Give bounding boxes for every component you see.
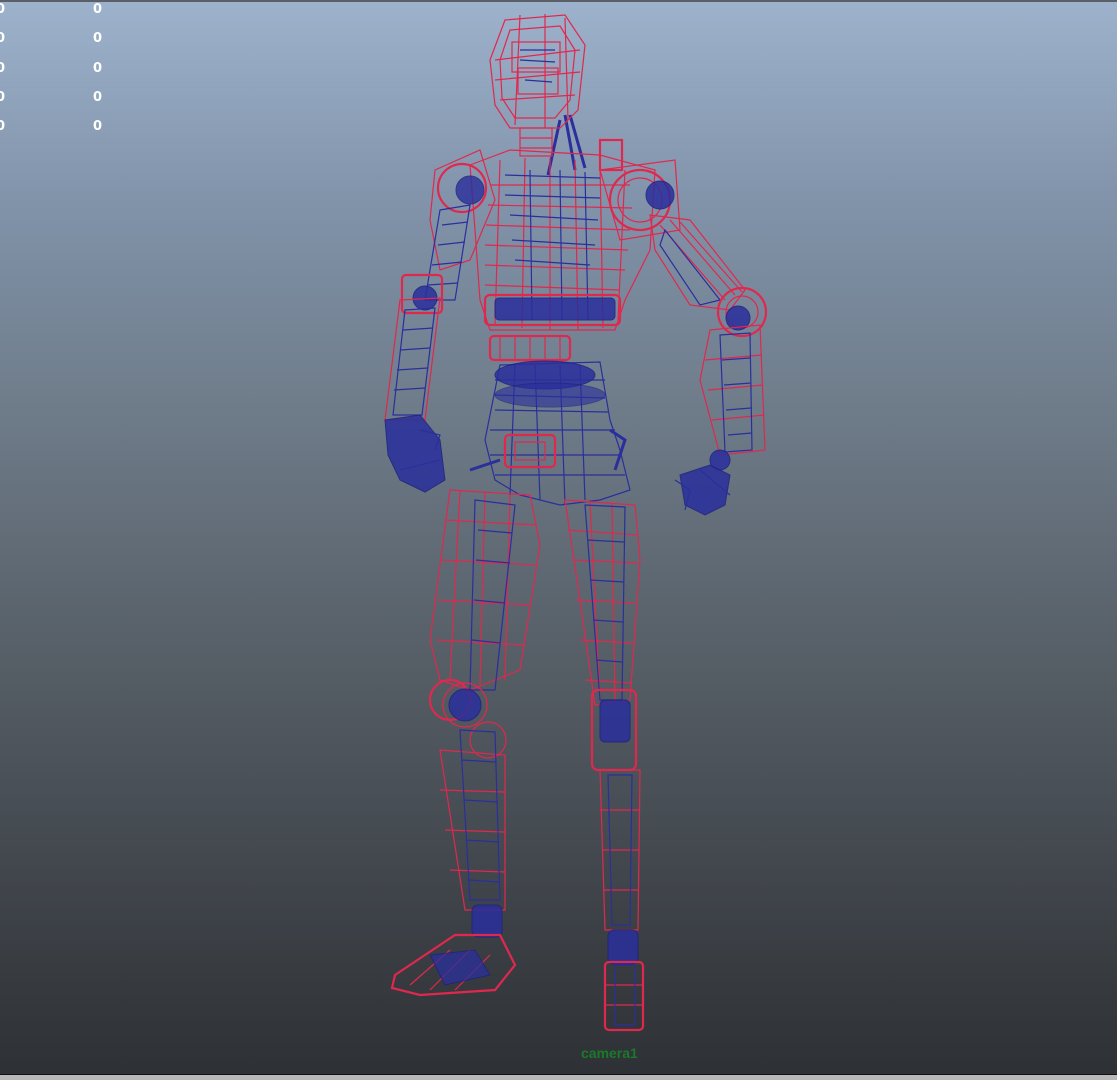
viewport-panel[interactable]: 0 0 0 0 0 0 0 0 0 0 camera1: [0, 0, 1117, 1080]
robot-head[interactable]: [489, 14, 586, 157]
robot-wireframe-model[interactable]: [0, 0, 1117, 1080]
neck-cables: [546, 114, 587, 176]
robot-left-arm[interactable]: [384, 149, 496, 493]
camera-name-label: camera1: [581, 1045, 638, 1061]
robot-right-leg[interactable]: [564, 499, 645, 1032]
robot-right-arm[interactable]: [649, 214, 768, 516]
robot-torso[interactable]: [469, 138, 681, 362]
robot-pelvis[interactable]: [469, 360, 631, 506]
robot-left-leg[interactable]: [390, 489, 541, 997]
viewport-bottom-border: [0, 1074, 1117, 1080]
